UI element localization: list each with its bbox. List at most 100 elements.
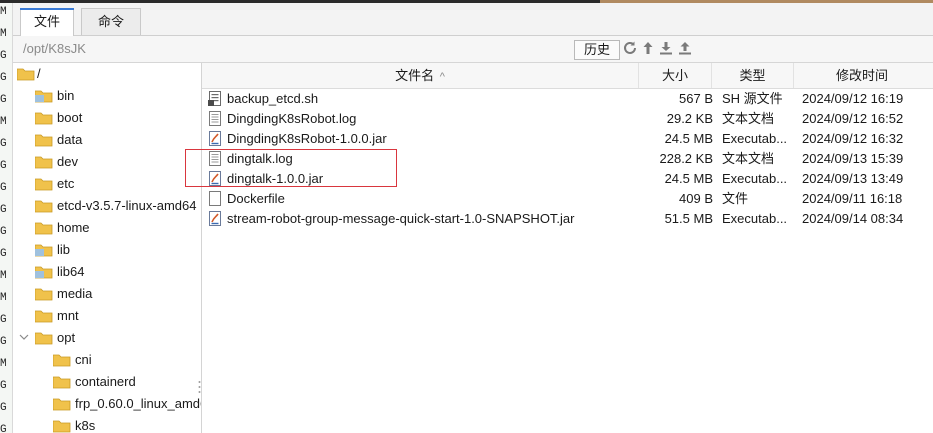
file-name: backup_etcd.sh <box>227 91 319 106</box>
edge-letter: G <box>0 94 7 106</box>
file-type: Executab... <box>722 211 788 226</box>
file-type: 文件 <box>722 191 749 206</box>
edge-letter: M <box>0 358 7 370</box>
edge-letter: G <box>0 138 7 150</box>
file-modified: 2024/09/13 13:49 <box>802 171 904 186</box>
edge-letter: M <box>0 116 7 128</box>
file-row[interactable]: dingtalk.log 228.2 KB 文本文档 2024/09/13 15:39 <box>202 149 933 169</box>
edge-letter: M <box>0 292 7 304</box>
sort-ascending-icon: ^ <box>439 71 445 83</box>
folder-icon <box>35 178 53 191</box>
tree-item-label: media <box>57 286 93 301</box>
file-row[interactable]: dingtalk-1.0.0.jar 24.5 MB Executab... 2024… <box>202 169 933 189</box>
directory-tree: / bin boot data dev etc etcd-v3.5.7-linux-amd… <box>13 63 202 433</box>
tree-item-label: frp_0.60.0_linux_amd64 <box>75 396 202 411</box>
chevron-down-icon[interactable] <box>19 332 29 342</box>
edge-letter: G <box>0 314 7 326</box>
tree-item-label: containerd <box>75 374 136 389</box>
link-folder-icon <box>35 90 53 103</box>
edge-letter: M <box>0 28 7 40</box>
file-row[interactable]: Dockerfile 409 B 文件 2024/09/11 16:18 <box>202 189 933 209</box>
folder-icon <box>53 398 71 411</box>
file-type: 文本文档 <box>722 151 775 166</box>
edge-letter: G <box>0 72 7 84</box>
file-modified: 2024/09/12 16:32 <box>802 131 904 146</box>
edge-letter: G <box>0 380 7 392</box>
folder-icon <box>17 68 35 81</box>
file-list-header: 文件名 ^ 大小 类型 修改时间 <box>202 63 933 89</box>
edge-letter: G <box>0 226 7 238</box>
file-list: 文件名 ^ 大小 类型 修改时间 backup_etcd.sh 567 B SH 源… <box>202 63 933 433</box>
file-row[interactable]: stream-robot-group-message-quick-start-1… <box>202 209 933 229</box>
jar-file-icon <box>209 171 221 186</box>
folder-icon <box>35 332 53 345</box>
tab-commands[interactable]: 命令 <box>81 8 141 35</box>
file-modified: 2024/09/14 08:34 <box>802 211 904 226</box>
file-size: 24.5 MB <box>664 171 713 186</box>
file-row[interactable]: DingdingK8sRobot.log 29.2 KB 文本文档 2024/09/1… <box>202 109 933 129</box>
folder-icon <box>35 156 53 169</box>
tree-item-label: data <box>57 132 83 147</box>
folder-icon <box>35 310 53 323</box>
file-modified: 2024/09/12 16:52 <box>802 111 904 126</box>
download-icon[interactable] <box>658 40 674 56</box>
file-size: 29.2 KB <box>666 111 713 126</box>
tree-item-label: dev <box>57 154 78 169</box>
left-edge-strip: MMGGGMGGGGGGMMGGMGGG <box>0 3 13 433</box>
file-modified: 2024/09/11 16:18 <box>802 191 903 206</box>
column-name-header[interactable]: 文件名 ^ <box>202 63 639 88</box>
file-row[interactable]: DingdingK8sRobot-1.0.0.jar 24.5 MB Executa… <box>202 129 933 149</box>
column-type-header[interactable]: 类型 <box>712 63 794 88</box>
file-name: dingtalk.log <box>227 151 293 166</box>
edge-letter: G <box>0 160 7 172</box>
folder-icon <box>53 354 71 367</box>
folder-icon <box>53 420 71 433</box>
tree-item-label: boot <box>57 110 83 125</box>
file-size: 228.2 KB <box>659 151 714 166</box>
column-type-label: 类型 <box>739 68 766 83</box>
jar-file-icon <box>209 131 221 146</box>
link-folder-icon <box>35 244 53 257</box>
edge-letter: G <box>0 182 7 194</box>
jar-file-icon <box>209 211 221 226</box>
column-modified-header[interactable]: 修改时间 <box>794 63 930 88</box>
column-size-label: 大小 <box>661 68 688 83</box>
tree-item-label: bin <box>57 88 75 103</box>
edge-letter: M <box>0 270 7 282</box>
edge-letter: G <box>0 50 7 62</box>
splitter-grip-icon <box>198 381 201 393</box>
file-type: Executab... <box>722 131 788 146</box>
column-size-header[interactable]: 大小 <box>639 63 712 88</box>
tree-item-label: etcd-v3.5.7-linux-amd64 <box>57 198 197 213</box>
file-size: 51.5 MB <box>664 211 713 226</box>
file-name: DingdingK8sRobot-1.0.0.jar <box>227 131 387 146</box>
edge-letter: G <box>0 204 7 216</box>
tree-item-label: mnt <box>57 308 79 323</box>
file-type: SH 源文件 <box>722 91 783 106</box>
tree-root-label: / <box>37 66 41 81</box>
folder-icon <box>35 222 53 235</box>
file-type: 文本文档 <box>722 111 775 126</box>
text-file-icon <box>209 111 221 126</box>
column-name-label: 文件名 <box>395 68 435 83</box>
tab-files-label: 文件 <box>33 14 60 29</box>
file-size: 409 B <box>679 191 713 206</box>
up-icon[interactable] <box>640 40 656 56</box>
edge-letter: G <box>0 248 7 260</box>
script-file-icon <box>208 91 221 106</box>
tree-item-label: k8s <box>75 418 96 433</box>
tree-item-label: opt <box>57 330 76 345</box>
pane-splitter[interactable] <box>198 380 201 397</box>
file-name: DingdingK8sRobot.log <box>227 111 357 126</box>
path-bar: /opt/K8sJK 历史 <box>13 36 933 63</box>
folder-icon <box>35 288 53 301</box>
blank-file-icon <box>209 191 221 206</box>
path-input[interactable]: /opt/K8sJK <box>23 41 86 56</box>
edge-letter: M <box>0 6 7 18</box>
refresh-icon[interactable] <box>622 40 638 56</box>
history-button[interactable]: 历史 <box>574 40 620 60</box>
file-row[interactable]: backup_etcd.sh 567 B SH 源文件 2024/09/12 16:1… <box>202 89 933 109</box>
upload-icon[interactable] <box>677 40 693 56</box>
file-modified: 2024/09/13 15:39 <box>802 151 904 166</box>
tab-files[interactable]: 文件 <box>20 8 74 36</box>
